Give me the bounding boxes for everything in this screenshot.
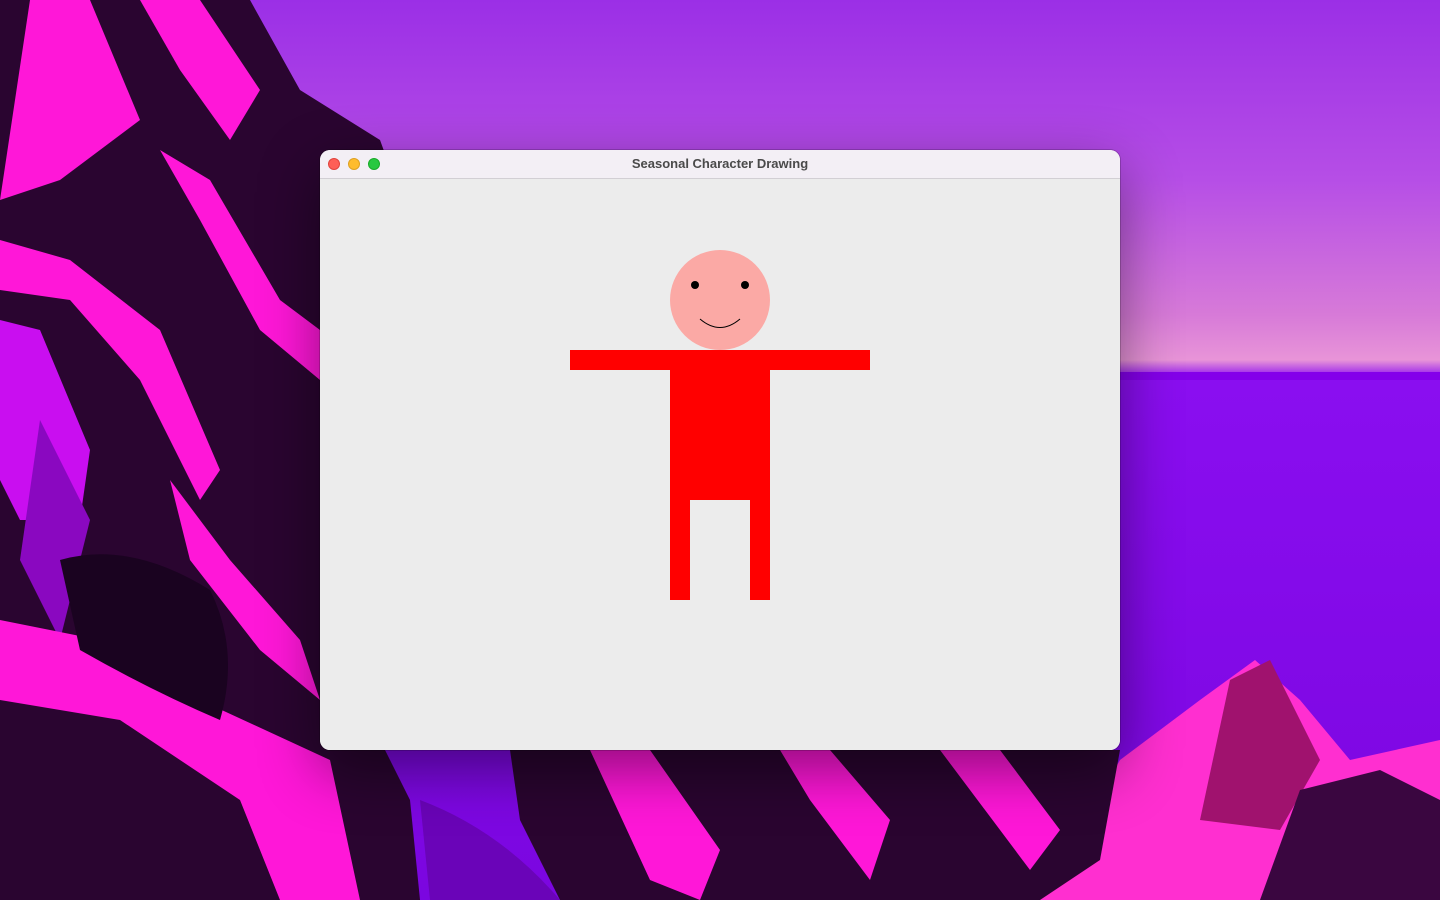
app-window: Seasonal Character Drawing (320, 150, 1120, 750)
character-right-eye (741, 281, 749, 289)
character-left-eye (691, 281, 699, 289)
window-title: Seasonal Character Drawing (631, 156, 809, 171)
drawing-canvas (320, 179, 1120, 750)
character-left-leg (670, 499, 690, 600)
desktop: Seasonal Character Drawing (0, 0, 1440, 900)
character-head (670, 250, 770, 350)
character-right-leg (750, 499, 770, 600)
titlebar: Seasonal Character Drawing (320, 150, 1120, 179)
character-torso (670, 350, 770, 500)
